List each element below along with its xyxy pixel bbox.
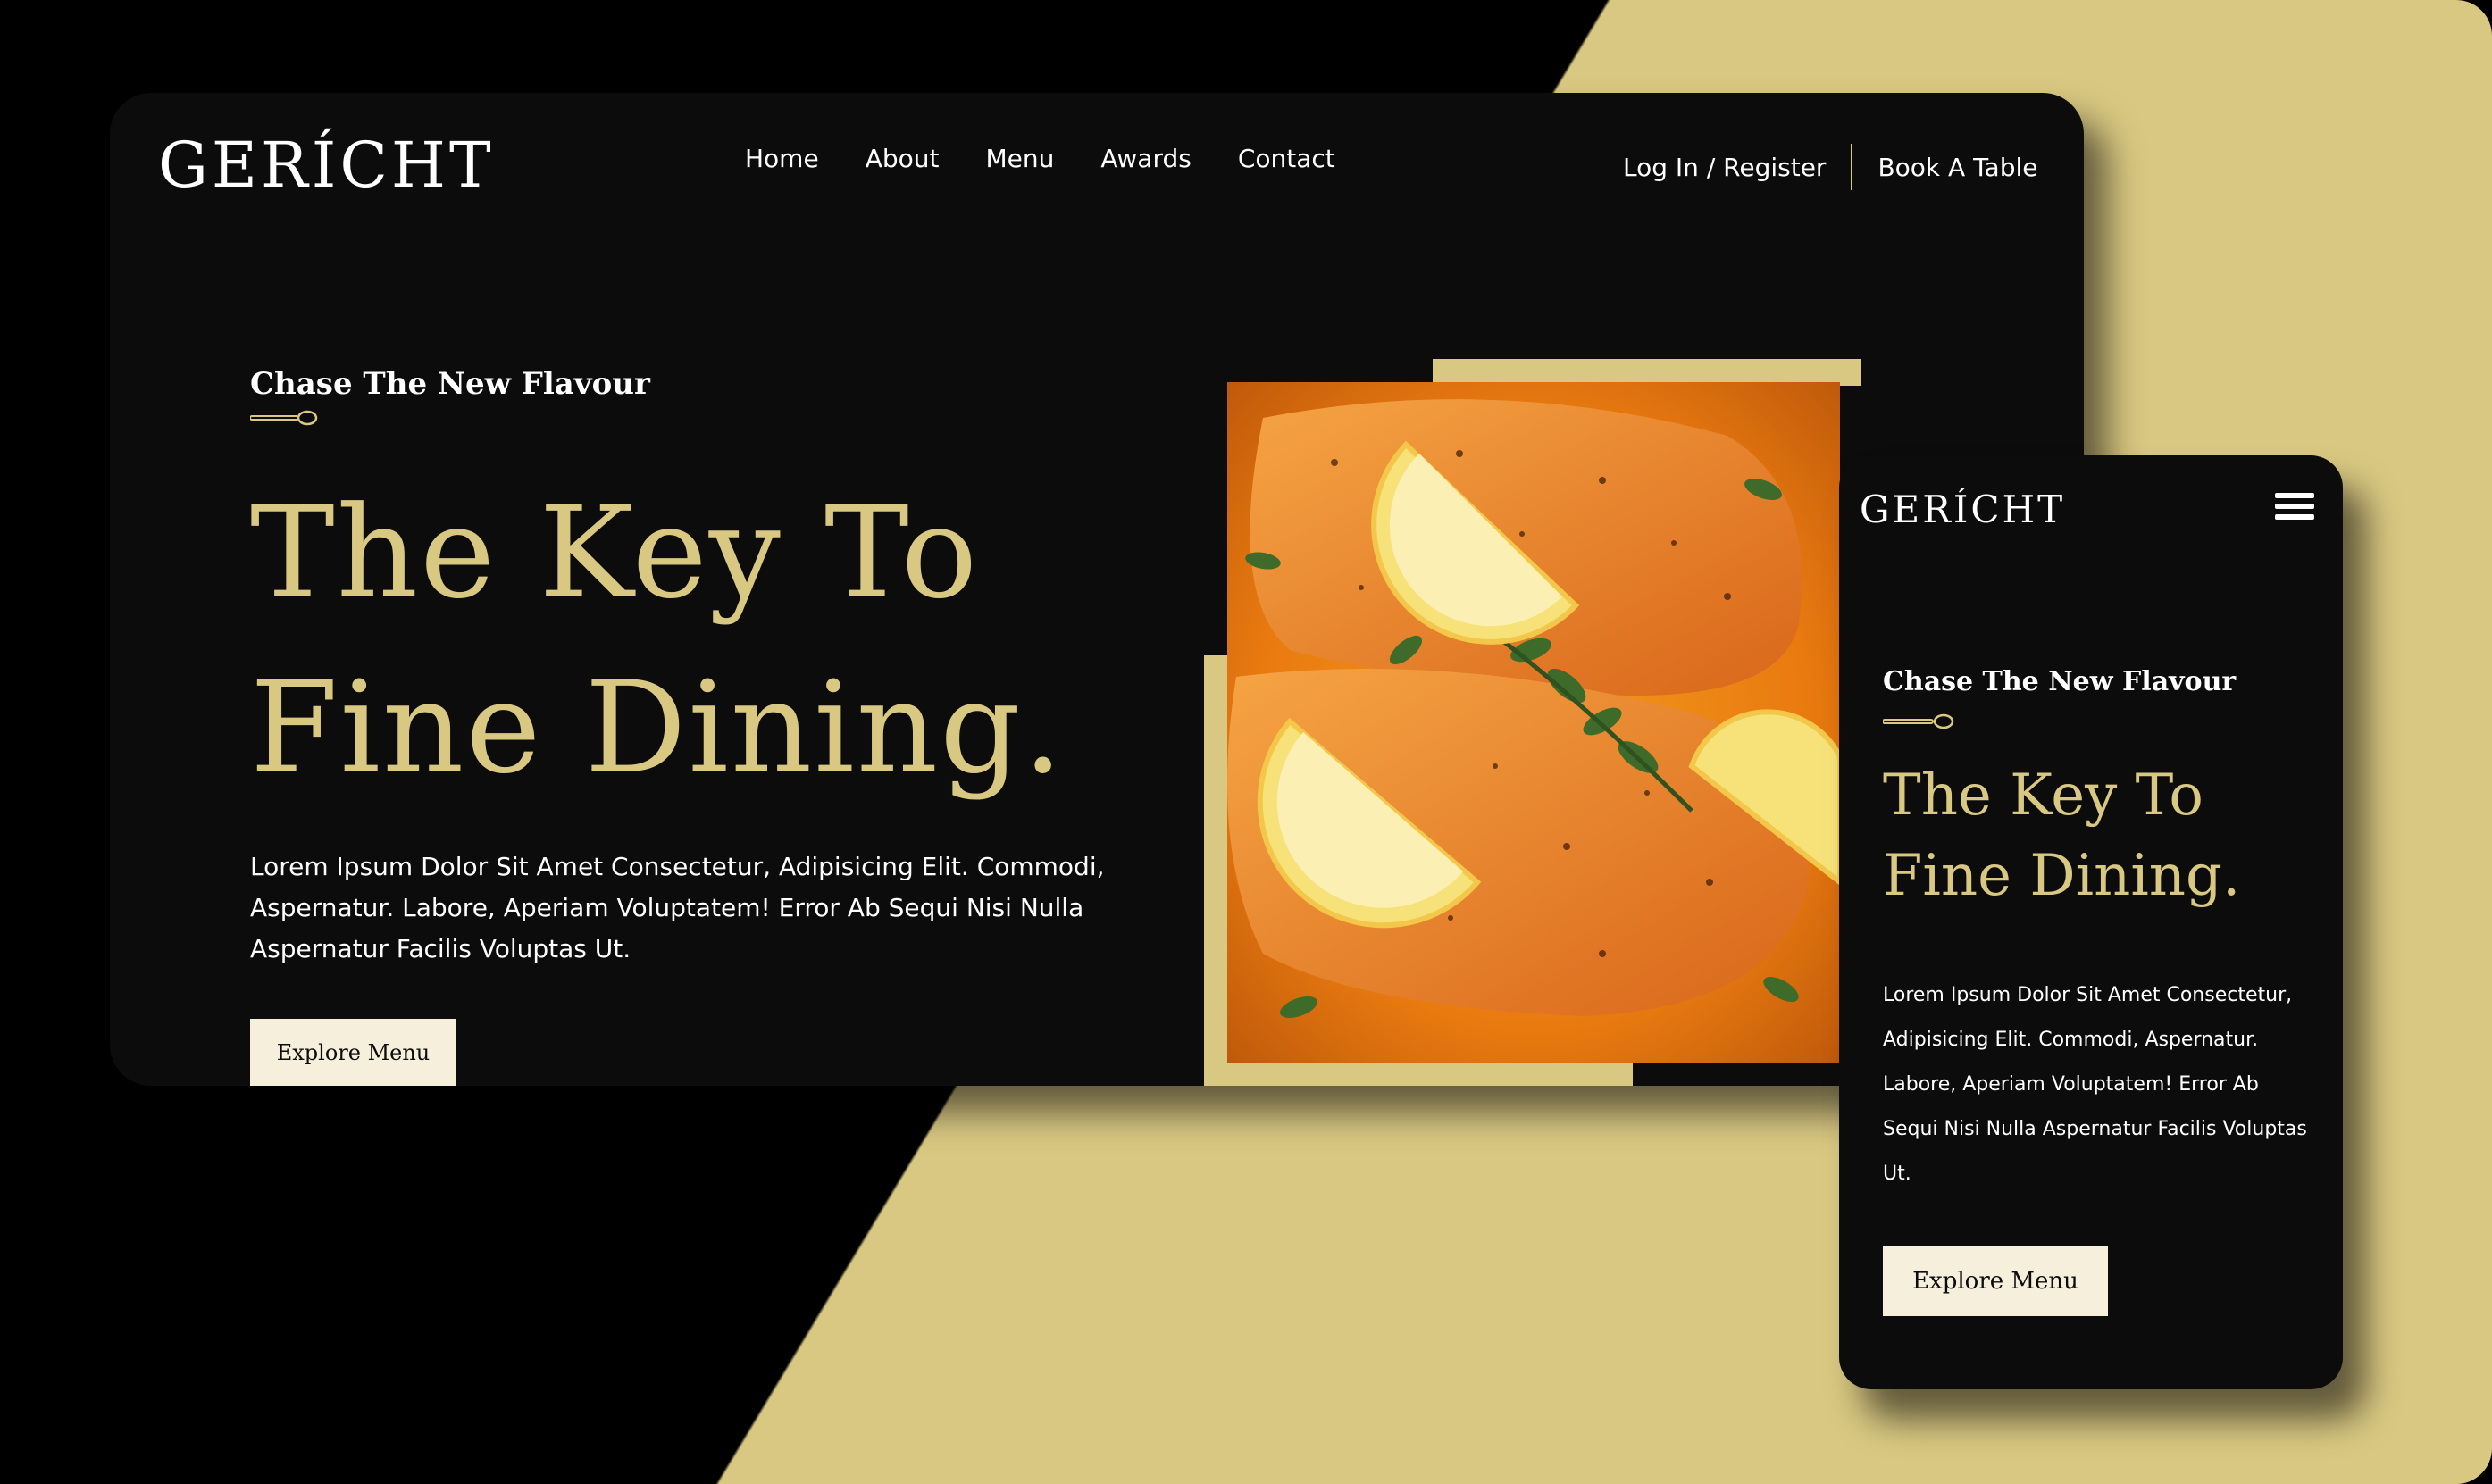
mobile-hero-description: Lorem Ipsum Dolor Sit Amet Consectetur, … — [1883, 984, 2307, 1185]
nav-about[interactable]: About — [866, 144, 940, 173]
spoon-icon — [250, 410, 318, 426]
headline-line-2: Fine Dining. — [250, 654, 1066, 802]
menu-bar — [2275, 493, 2314, 498]
hero-tagline: Chase The New Flavour — [250, 366, 650, 402]
mobile-hero-headline: The Key To Fine Dining. — [1883, 755, 2240, 916]
book-table-link[interactable]: Book A Table — [1877, 153, 2037, 182]
menu-bar — [2275, 504, 2314, 509]
nav-divider — [1851, 144, 1853, 190]
nav-contact[interactable]: Contact — [1238, 144, 1335, 173]
nav-awards[interactable]: Awards — [1100, 144, 1191, 173]
mobile-headline-line-1: The Key To — [1883, 763, 2203, 829]
mobile-brand-logo[interactable]: GERÍCHT — [1860, 488, 2065, 531]
salmon-dish-image — [1227, 382, 1840, 1063]
mobile-mockup: GERÍCHT Chase The New Flavour The Key To… — [1839, 455, 2343, 1389]
brand-logo[interactable]: GERÍCHT — [158, 129, 495, 202]
headline-line-1: The Key To — [250, 479, 980, 627]
hamburger-menu-icon[interactable] — [2275, 493, 2314, 525]
hero-headline: The Key To Fine Dining. — [250, 466, 1065, 816]
nav-menu[interactable]: Menu — [985, 144, 1054, 173]
nav-home[interactable]: Home — [745, 144, 819, 173]
mobile-hero-tagline: Chase The New Flavour — [1883, 666, 2237, 697]
main-nav: Home About Menu Awards Contact — [745, 144, 1335, 173]
desktop-mockup: GERÍCHT Home About Menu Awards Contact L… — [110, 93, 2084, 1086]
login-register-link[interactable]: Log In / Register — [1623, 153, 1826, 182]
explore-menu-button[interactable]: Explore Menu — [250, 1019, 456, 1086]
nav-actions: Log In / Register Book A Table — [1623, 144, 2037, 190]
menu-bar — [2275, 514, 2314, 520]
hero-description: Lorem Ipsum Dolor Sit Amet Consectetur, … — [250, 852, 1105, 963]
mobile-explore-menu-button[interactable]: Explore Menu — [1883, 1246, 2108, 1316]
spoon-icon — [1883, 713, 1954, 729]
mobile-headline-line-2: Fine Dining. — [1883, 843, 2241, 909]
